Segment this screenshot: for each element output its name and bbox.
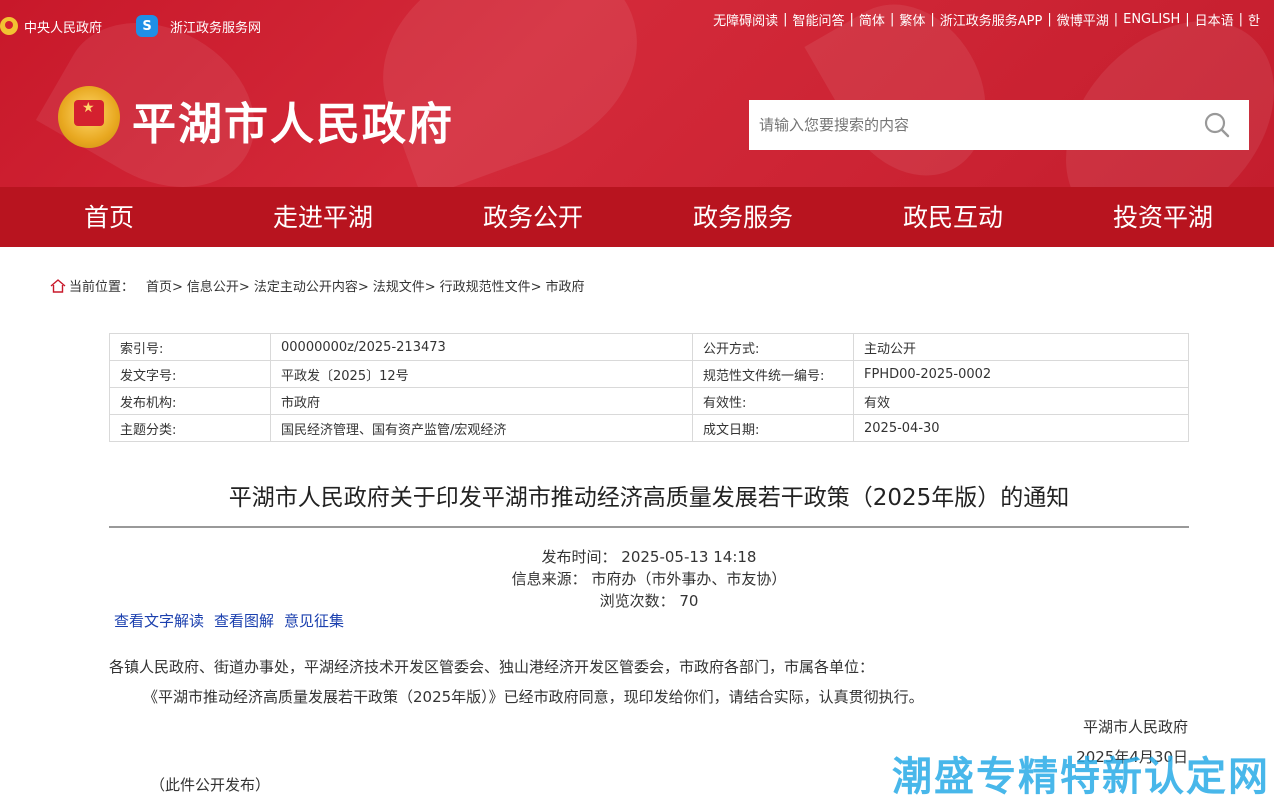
weibo-link[interactable]: 微博平湖 xyxy=(1057,10,1109,29)
breadcrumb-info-open[interactable]: 信息公开> xyxy=(187,276,250,295)
zj-app-link[interactable]: 浙江政务服务APP xyxy=(940,10,1043,29)
meta-key: 规范性文件统一编号: xyxy=(692,360,854,388)
nav-investment[interactable]: 投资平湖 xyxy=(1058,187,1268,247)
accessibility-link[interactable]: 无障碍阅读 xyxy=(713,10,778,29)
simplified-link[interactable]: 简体 xyxy=(859,10,885,29)
breadcrumb-label: 当前位置： xyxy=(69,280,135,295)
english-link[interactable]: ENGLISH xyxy=(1123,12,1180,27)
opinion-collection-link[interactable]: 意见征集 xyxy=(284,610,344,631)
meta-key: 有效性: xyxy=(692,387,854,415)
nav-gov-affairs[interactable]: 政务公开 xyxy=(428,187,638,247)
breadcrumb-city-gov[interactable]: 市政府 xyxy=(546,276,585,295)
meta-key: 索引号: xyxy=(109,333,271,361)
publish-time: 发布时间： 2025-05-13 14:18 xyxy=(541,548,757,566)
text-interpretation-link[interactable]: 查看文字解读 xyxy=(114,610,204,631)
nav-gov-services[interactable]: 政务服务 xyxy=(638,187,848,247)
topbar-left-links: 中央人民政府 S 浙江政务服务网 xyxy=(0,14,295,38)
info-source: 信息来源： 市府办（市外事办、市友协） xyxy=(511,570,787,588)
search-box xyxy=(749,100,1249,150)
meta-value: 国民经济管理、国有资产监管/宏观经济 xyxy=(270,414,693,442)
meta-key: 发文字号: xyxy=(109,360,271,388)
zj-service-label: 浙江政务服务网 xyxy=(170,20,262,36)
breadcrumb-normative-docs[interactable]: 行政规范性文件> xyxy=(440,276,542,295)
table-row: 索引号: 00000000z/2025-213473 公开方式: 主动公开 xyxy=(109,333,1189,361)
topbar-right-links: 无障碍阅读 | 智能问答 | 简体 | 繁体 | 浙江政务服务APP | 微博平湖 | EN… xyxy=(713,10,1260,29)
meta-value: 市政府 xyxy=(270,387,693,415)
home-icon xyxy=(50,278,66,293)
meta-value: 平政发〔2025〕12号 xyxy=(270,360,693,388)
meta-value: 主动公开 xyxy=(853,333,1189,361)
main-nav: 首页 走进平湖 政务公开 政务服务 政民互动 投资平湖 xyxy=(0,187,1274,247)
central-gov-label: 中央人民政府 xyxy=(24,20,103,36)
korean-link[interactable]: 한 xyxy=(1248,10,1260,29)
nav-home[interactable]: 首页 xyxy=(0,187,218,247)
traditional-link[interactable]: 繁体 xyxy=(899,10,925,29)
recipients-text: 各镇人民政府、街道办事处，平湖经济技术开发区管委会、独山港经济开发区管委会，市政… xyxy=(109,658,875,676)
nav-interaction[interactable]: 政民互动 xyxy=(848,187,1058,247)
search-icon[interactable] xyxy=(1203,111,1231,139)
meta-key: 公开方式: xyxy=(692,333,854,361)
document-title: 平湖市人民政府关于印发平湖市推动经济高质量发展若干政策（2025年版）的通知 xyxy=(228,485,1070,511)
signature: 平湖市人民政府 xyxy=(1082,718,1188,736)
table-row: 主题分类: 国民经济管理、国有资产监管/宏观经济 成文日期: 2025-04-3… xyxy=(109,414,1189,442)
title-divider xyxy=(109,526,1189,528)
smart-qa-link[interactable]: 智能问答 xyxy=(793,10,845,29)
search-input[interactable] xyxy=(749,100,1189,150)
watermark-text: 潮盛专精特新认定网 xyxy=(892,754,1270,800)
zj-service-link[interactable]: S 浙江政务服务网 xyxy=(136,15,261,37)
meta-value: FPHD00-2025-0002 xyxy=(853,360,1189,388)
japanese-link[interactable]: 日本语 xyxy=(1195,10,1234,29)
table-row: 发布机构: 市政府 有效性: 有效 xyxy=(109,387,1189,415)
breadcrumb-home[interactable]: 首页> xyxy=(146,276,183,295)
site-header: 中央人民政府 S 浙江政务服务网 无障碍阅读 | 智能问答 | 简体 | 繁体 | 浙江… xyxy=(0,0,1274,187)
body-text: 《平湖市推动经济高质量发展若干政策（2025年版）》已经市政府同意，现印发给你们… xyxy=(143,688,924,706)
zj-service-icon: S xyxy=(136,15,159,37)
table-row: 发文字号: 平政发〔2025〕12号 规范性文件统一编号: FPHD00-202… xyxy=(109,360,1189,388)
meta-value: 2025-04-30 xyxy=(853,414,1189,442)
graphic-interpretation-link[interactable]: 查看图解 xyxy=(214,610,274,631)
related-links: 查看文字解读 查看图解 意见征集 xyxy=(114,610,354,631)
breadcrumb: 当前位置： 首页> 信息公开> 法定主动公开内容> 法规文件> 行政规范性文件>… xyxy=(50,276,585,295)
meta-key: 发布机构: xyxy=(109,387,271,415)
publish-note: （此件公开发布） xyxy=(150,776,271,794)
breadcrumb-legal-content[interactable]: 法定主动公开内容> xyxy=(254,276,369,295)
meta-value: 00000000z/2025-213473 xyxy=(270,333,693,361)
view-count: 浏览次数： 70 xyxy=(599,592,699,610)
meta-value: 有效 xyxy=(853,387,1189,415)
document-meta-table: 索引号: 00000000z/2025-213473 公开方式: 主动公开 发文… xyxy=(109,333,1189,442)
national-emblem-logo xyxy=(58,86,120,148)
breadcrumb-regulations[interactable]: 法规文件> xyxy=(373,276,436,295)
nav-about-pinghu[interactable]: 走进平湖 xyxy=(218,187,428,247)
site-title: 平湖市人民政府 xyxy=(132,99,454,150)
national-emblem-icon xyxy=(0,17,18,35)
central-gov-link[interactable]: 中央人民政府 xyxy=(0,17,102,36)
meta-key: 成文日期: xyxy=(692,414,854,442)
meta-key: 主题分类: xyxy=(109,414,271,442)
